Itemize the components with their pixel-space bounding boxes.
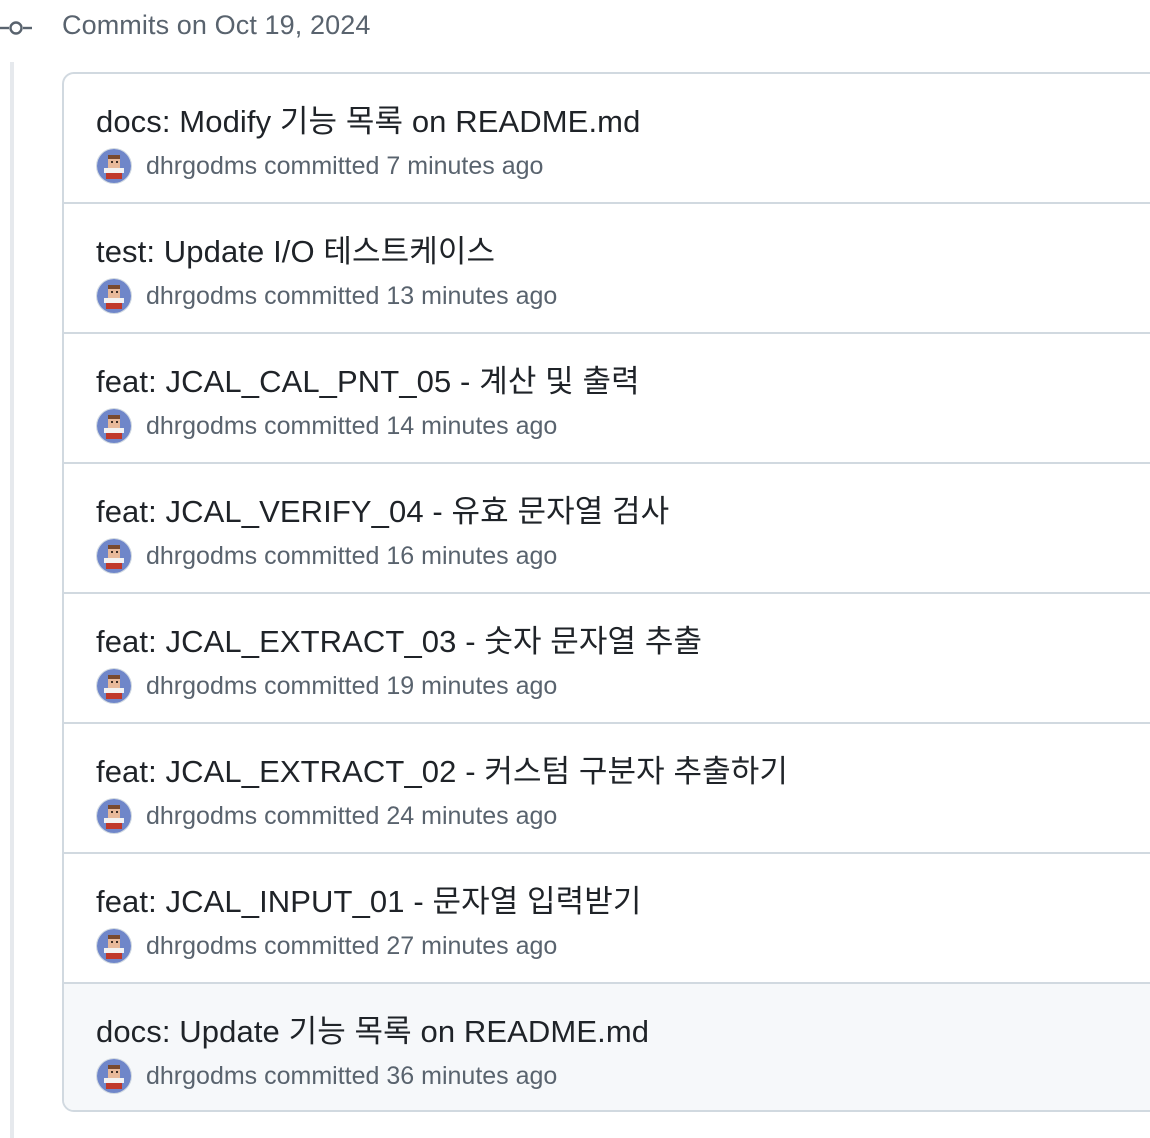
- commit-meta-text: dhrgodms committed 27 minutes ago: [146, 932, 557, 961]
- commit-meta: dhrgodms committed 16 minutes ago: [96, 538, 557, 574]
- commit-relative-time: 19 minutes ago: [386, 671, 558, 700]
- user-avatar-icon: [97, 409, 131, 443]
- commit-message-link[interactable]: feat: JCAL_INPUT_01 - 문자열 입력받기: [96, 876, 642, 921]
- user-avatar-icon: [97, 929, 131, 963]
- commit-message-link[interactable]: feat: JCAL_EXTRACT_03 - 숫자 문자열 추출: [96, 616, 702, 661]
- commit-meta-text: dhrgodms committed 7 minutes ago: [146, 152, 543, 181]
- commit-meta: dhrgodms committed 13 minutes ago: [96, 278, 557, 314]
- avatar[interactable]: [96, 798, 132, 834]
- commit-author-link[interactable]: dhrgodms: [146, 672, 257, 700]
- commit-action-label: committed: [264, 1061, 380, 1090]
- commit-action-label: committed: [264, 541, 380, 570]
- avatar[interactable]: [96, 278, 132, 314]
- commit-author-link[interactable]: dhrgodms: [146, 802, 257, 830]
- commit-author-link[interactable]: dhrgodms: [146, 412, 257, 440]
- user-avatar-icon: [97, 669, 131, 703]
- commit-message-link[interactable]: feat: JCAL_EXTRACT_02 - 커스텀 구분자 추출하기: [96, 746, 788, 791]
- commit-meta: dhrgodms committed 19 minutes ago: [96, 668, 557, 704]
- commit-group-date-heading: Commits on Oct 19, 2024: [62, 10, 371, 40]
- commit-message-link[interactable]: feat: JCAL_CAL_PNT_05 - 계산 및 출력: [96, 356, 640, 401]
- commit-action-label: committed: [264, 801, 380, 830]
- user-avatar-icon: [97, 149, 131, 183]
- commit-row[interactable]: feat: JCAL_VERIFY_04 - 유효 문자열 검사 dhrgodm…: [64, 464, 1150, 594]
- commit-author-link[interactable]: dhrgodms: [146, 1062, 257, 1090]
- user-avatar-icon: [97, 279, 131, 313]
- user-avatar-icon: [97, 799, 131, 833]
- commit-meta-text: dhrgodms committed 36 minutes ago: [146, 1062, 557, 1091]
- commit-action-label: committed: [264, 931, 380, 960]
- commit-relative-time: 13 minutes ago: [386, 281, 558, 310]
- commit-action-label: committed: [264, 281, 380, 310]
- commit-relative-time: 36 minutes ago: [386, 1061, 558, 1090]
- commit-meta: dhrgodms committed 36 minutes ago: [96, 1058, 557, 1094]
- avatar[interactable]: [96, 1058, 132, 1094]
- commit-meta: dhrgodms committed 7 minutes ago: [96, 148, 543, 184]
- commit-relative-time: 16 minutes ago: [386, 541, 558, 570]
- commit-message-link[interactable]: feat: JCAL_VERIFY_04 - 유효 문자열 검사: [96, 486, 669, 531]
- avatar[interactable]: [96, 928, 132, 964]
- commit-action-label: committed: [264, 411, 380, 440]
- commit-author-link[interactable]: dhrgodms: [146, 542, 257, 570]
- commit-meta-text: dhrgodms committed 14 minutes ago: [146, 412, 557, 441]
- user-avatar-icon: [97, 539, 131, 573]
- commit-row[interactable]: feat: JCAL_EXTRACT_03 - 숫자 문자열 추출 dhrgod…: [64, 594, 1150, 724]
- avatar[interactable]: [96, 408, 132, 444]
- commit-row[interactable]: feat: JCAL_INPUT_01 - 문자열 입력받기 dhrgodms …: [64, 854, 1150, 984]
- commit-row[interactable]: docs: Modify 기능 목록 on README.md dhrgodms…: [64, 74, 1150, 204]
- commit-action-label: committed: [264, 671, 380, 700]
- commit-row[interactable]: test: Update I/O 테스트케이스 dhrgodms committ…: [64, 204, 1150, 334]
- commit-meta: dhrgodms committed 14 minutes ago: [96, 408, 557, 444]
- commit-row[interactable]: feat: JCAL_EXTRACT_02 - 커스텀 구분자 추출하기 dhr…: [64, 724, 1150, 854]
- commit-author-link[interactable]: dhrgodms: [146, 152, 257, 180]
- avatar[interactable]: [96, 148, 132, 184]
- git-commit-icon: [0, 21, 32, 35]
- commit-author-link[interactable]: dhrgodms: [146, 932, 257, 960]
- commit-meta: dhrgodms committed 24 minutes ago: [96, 798, 557, 834]
- commit-row[interactable]: feat: JCAL_CAL_PNT_05 - 계산 및 출력 dhrgodms…: [64, 334, 1150, 464]
- commit-relative-time: 7 minutes ago: [386, 151, 544, 180]
- avatar[interactable]: [96, 538, 132, 574]
- commit-relative-time: 14 minutes ago: [386, 411, 558, 440]
- commit-list: docs: Modify 기능 목록 on README.md dhrgodms…: [62, 72, 1150, 1112]
- commit-meta: dhrgodms committed 27 minutes ago: [96, 928, 557, 964]
- commit-relative-time: 24 minutes ago: [386, 801, 558, 830]
- commit-meta-text: dhrgodms committed 16 minutes ago: [146, 542, 557, 571]
- avatar[interactable]: [96, 668, 132, 704]
- commit-relative-time: 27 minutes ago: [386, 931, 558, 960]
- commit-meta-text: dhrgodms committed 19 minutes ago: [146, 672, 557, 701]
- commit-message-link[interactable]: test: Update I/O 테스트케이스: [96, 226, 495, 271]
- commit-meta-text: dhrgodms committed 24 minutes ago: [146, 802, 557, 831]
- commit-message-link[interactable]: docs: Modify 기능 목록 on README.md: [96, 96, 640, 141]
- commit-row[interactable]: docs: Update 기능 목록 on README.md dhrgodms…: [64, 984, 1150, 1110]
- user-avatar-icon: [97, 1059, 131, 1093]
- commit-author-link[interactable]: dhrgodms: [146, 282, 257, 310]
- commit-action-label: committed: [264, 151, 380, 180]
- commit-message-link[interactable]: docs: Update 기능 목록 on README.md: [96, 1006, 649, 1051]
- commit-meta-text: dhrgodms committed 13 minutes ago: [146, 282, 557, 311]
- timeline-line: [10, 62, 14, 1138]
